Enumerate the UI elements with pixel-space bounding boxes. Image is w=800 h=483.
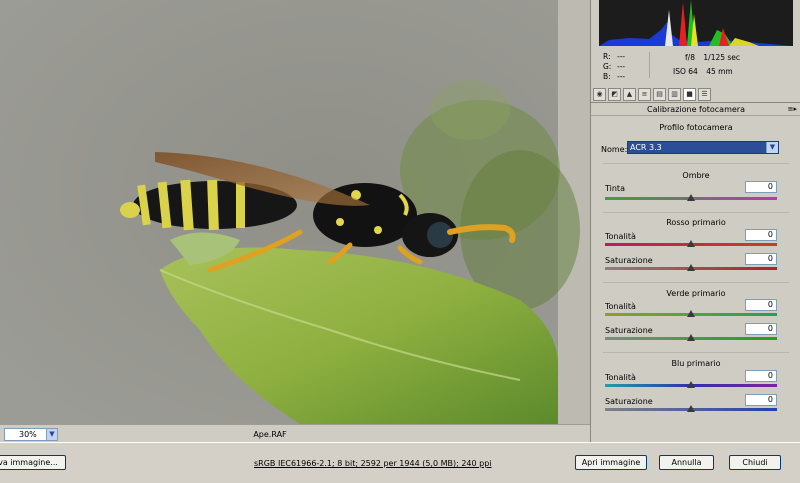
iso-value: ISO 64 bbox=[673, 67, 698, 76]
blue-primary-heading: Blu primario bbox=[671, 359, 721, 368]
green-hue-label: Tonalità bbox=[605, 302, 636, 311]
file-name: Ape.RAF bbox=[253, 430, 287, 439]
divider bbox=[603, 282, 789, 283]
divider bbox=[603, 212, 789, 213]
g-value: --- bbox=[617, 62, 626, 71]
basic-icon[interactable]: ◉ bbox=[593, 88, 606, 101]
camera-calibration-icon[interactable]: ■ bbox=[683, 88, 696, 101]
save-image-button[interactable]: va immagine... bbox=[0, 455, 66, 470]
red-saturation-slider-thumb[interactable] bbox=[687, 264, 695, 271]
shutter-value: 1/125 sec bbox=[703, 53, 741, 62]
bottom-bar: va immagine... sRGB IEC61966-2.1; 8 bit;… bbox=[0, 442, 800, 483]
blue-hue-input[interactable]: 0 bbox=[745, 370, 777, 382]
blue-hue-label: Tonalità bbox=[605, 373, 636, 382]
panel-tabs: ◉ ◩ ▲ ≡ ▤ ▥ ■ ☰ bbox=[591, 88, 800, 103]
r-value: --- bbox=[617, 52, 626, 61]
b-label: B: bbox=[603, 72, 611, 81]
open-image-button[interactable]: Apri immagine bbox=[575, 455, 647, 470]
red-hue-label: Tonalità bbox=[605, 232, 636, 241]
shadows-heading: Ombre bbox=[682, 171, 710, 180]
histogram bbox=[599, 0, 793, 46]
blue-saturation-slider-thumb[interactable] bbox=[687, 405, 695, 412]
zoom-select[interactable]: 30% ▼ bbox=[4, 428, 58, 441]
r-readout: R: --- bbox=[603, 52, 625, 62]
tint-label: Tinta bbox=[605, 184, 625, 193]
green-hue-input[interactable]: 0 bbox=[745, 299, 777, 311]
settings-panel: R: --- G: --- B: --- f/8 1/125 sec ISO 64 4… bbox=[590, 0, 800, 442]
r-label: R: bbox=[603, 52, 611, 61]
divider bbox=[603, 352, 789, 353]
green-saturation-label: Saturazione bbox=[605, 326, 653, 335]
green-saturation-slider-thumb[interactable] bbox=[687, 334, 695, 341]
divider bbox=[649, 52, 650, 78]
tint-slider-thumb[interactable] bbox=[687, 194, 695, 201]
divider bbox=[603, 163, 789, 164]
workflow-options-link[interactable]: sRGB IEC61966-2.1; 8 bit; 2592 per 1944 … bbox=[254, 458, 492, 469]
lens-info: ISO 64 45 mm bbox=[673, 67, 733, 76]
g-label: G: bbox=[603, 62, 612, 71]
profile-name-value: ACR 3.3 bbox=[630, 143, 662, 152]
preview-status-bar: 30% ▼ Ape.RAF bbox=[0, 424, 590, 443]
tint-input[interactable]: 0 bbox=[745, 181, 777, 193]
red-saturation-label: Saturazione bbox=[605, 256, 653, 265]
focal-value: 45 mm bbox=[706, 67, 733, 76]
exposure-info: f/8 1/125 sec bbox=[673, 53, 740, 62]
blue-saturation-label: Saturazione bbox=[605, 397, 653, 406]
zoom-value: 30% bbox=[19, 430, 37, 439]
panel-menu-icon[interactable]: ≡▸ bbox=[788, 104, 797, 115]
red-hue-input[interactable]: 0 bbox=[745, 229, 777, 241]
detail-icon[interactable]: ▲ bbox=[623, 88, 636, 101]
b-value: --- bbox=[617, 72, 626, 81]
pixel-readout: R: --- G: --- B: --- f/8 1/125 sec ISO 64 4… bbox=[599, 50, 793, 82]
aperture-value: f/8 bbox=[685, 53, 695, 62]
blue-saturation-input[interactable]: 0 bbox=[745, 394, 777, 406]
b-readout: B: --- bbox=[603, 72, 625, 82]
profile-name-select[interactable]: ACR 3.3 ▼ bbox=[627, 141, 779, 154]
chevron-down-icon[interactable]: ▼ bbox=[766, 142, 778, 153]
chevron-down-icon[interactable]: ▼ bbox=[46, 429, 57, 440]
green-hue-slider-thumb[interactable] bbox=[687, 310, 695, 317]
wasp-photo bbox=[0, 0, 590, 424]
profile-heading: Profilo fotocamera bbox=[659, 123, 733, 132]
panel-title: Calibrazione fotocamera bbox=[591, 104, 800, 116]
lens-icon[interactable]: ▥ bbox=[668, 88, 681, 101]
presets-icon[interactable]: ☰ bbox=[698, 88, 711, 101]
name-label: Nome: bbox=[601, 145, 628, 154]
red-saturation-input[interactable]: 0 bbox=[745, 253, 777, 265]
cancel-button[interactable]: Annulla bbox=[659, 455, 714, 470]
green-primary-heading: Verde primario bbox=[666, 289, 726, 298]
blue-hue-slider-thumb[interactable] bbox=[687, 381, 695, 388]
red-primary-heading: Rosso primario bbox=[666, 218, 726, 227]
image-preview[interactable] bbox=[0, 0, 590, 424]
red-hue-slider-thumb[interactable] bbox=[687, 240, 695, 247]
tone-curve-icon[interactable]: ◩ bbox=[608, 88, 621, 101]
g-readout: G: --- bbox=[603, 62, 625, 72]
close-button[interactable]: Chiudi bbox=[729, 455, 781, 470]
hsl-icon[interactable]: ≡ bbox=[638, 88, 651, 101]
split-toning-icon[interactable]: ▤ bbox=[653, 88, 666, 101]
green-saturation-input[interactable]: 0 bbox=[745, 323, 777, 335]
